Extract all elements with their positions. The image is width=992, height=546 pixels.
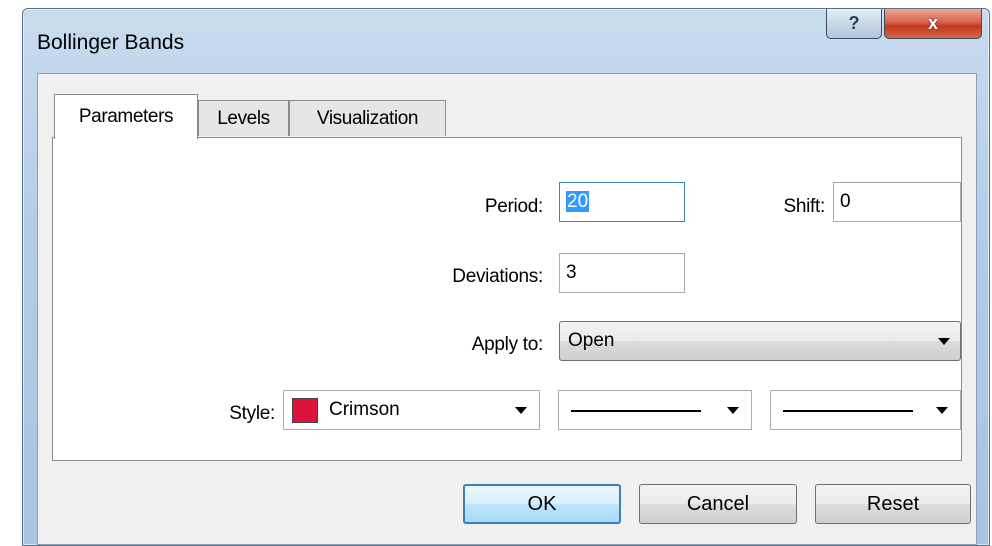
apply-to-select[interactable]: Open — [559, 321, 961, 361]
color-select[interactable]: Crimson — [283, 390, 540, 430]
cancel-button[interactable]: Cancel — [639, 484, 797, 524]
dialog-body: Parameters Levels Visualization Period: … — [37, 73, 977, 545]
dialog-window: Bollinger Bands ? x Parameters Levels Vi… — [22, 8, 990, 546]
line-style-select[interactable] — [558, 390, 752, 430]
line-width-sample — [783, 410, 913, 412]
reset-button[interactable]: Reset — [815, 484, 971, 524]
tab-parameters[interactable]: Parameters — [54, 94, 198, 139]
color-swatch — [292, 398, 318, 423]
chevron-down-icon — [727, 407, 739, 414]
style-label: Style: — [229, 403, 275, 424]
deviations-label: Deviations: — [452, 266, 543, 287]
help-button[interactable]: ? — [826, 9, 882, 39]
close-icon: x — [927, 13, 938, 33]
chevron-down-icon — [938, 338, 950, 345]
apply-to-value: Open — [568, 330, 615, 351]
shift-label: Shift: — [783, 196, 826, 217]
apply-to-label: Apply to: — [471, 334, 544, 355]
shift-input[interactable]: 0 — [833, 182, 961, 222]
ok-button[interactable]: OK — [463, 484, 621, 524]
line-width-select[interactable] — [770, 390, 961, 430]
line-style-sample — [571, 410, 701, 412]
window-title: Bollinger Bands — [37, 31, 185, 54]
period-input[interactable]: 20 — [559, 182, 685, 222]
tab-visualization[interactable]: Visualization — [289, 100, 446, 136]
parameters-panel: Period: 20 Shift: 0 Deviations: 3 Apply … — [52, 137, 962, 461]
deviations-input[interactable]: 3 — [559, 253, 685, 293]
chevron-down-icon — [936, 407, 948, 414]
help-icon: ? — [848, 13, 860, 33]
period-label: Period: — [484, 196, 543, 217]
tab-levels[interactable]: Levels — [198, 100, 289, 136]
close-button[interactable]: x — [884, 9, 982, 39]
color-name: Crimson — [329, 399, 400, 420]
chevron-down-icon — [515, 407, 527, 414]
period-value: 20 — [566, 191, 590, 212]
